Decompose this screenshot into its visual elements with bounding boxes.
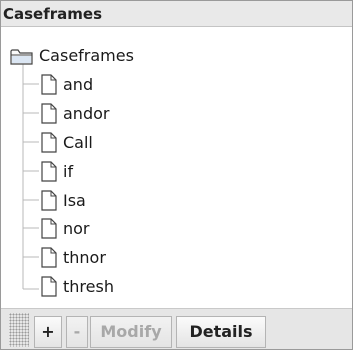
remove-button[interactable]: -: [66, 316, 88, 348]
tree-item[interactable]: andor: [41, 101, 191, 127]
tree-root-label: Caseframes: [39, 46, 134, 65]
panel-header: Caseframes: [1, 1, 352, 27]
tree-item[interactable]: thresh: [41, 274, 191, 300]
document-icon: [41, 276, 57, 297]
tree-item-label: thresh: [63, 277, 114, 296]
document-icon: [41, 190, 57, 211]
toolbar-grip-handle[interactable]: [9, 313, 29, 347]
tree-item[interactable]: Isa: [41, 188, 191, 214]
document-icon: [41, 218, 57, 239]
tree-item-label: if: [63, 162, 74, 181]
document-icon: [41, 103, 57, 124]
modify-button[interactable]: Modify: [90, 316, 172, 348]
tree-item[interactable]: nor: [41, 216, 191, 242]
caseframe-tree: Caseframes and andor Call if Isa nor thn…: [1, 28, 352, 300]
tree-item[interactable]: and: [41, 72, 191, 98]
bottom-toolbar: + - Modify Details: [1, 308, 352, 349]
tree-item-label: Call: [63, 133, 93, 152]
document-icon: [41, 132, 57, 153]
add-button[interactable]: +: [34, 316, 62, 348]
tree-item[interactable]: Call: [41, 130, 191, 156]
folder-icon: [10, 49, 33, 65]
document-icon: [41, 74, 57, 95]
caseframes-panel: Caseframes Caseframes and andor Call if …: [0, 0, 353, 350]
tree-item[interactable]: if: [41, 159, 191, 185]
tree-item-label: andor: [63, 104, 110, 123]
tree-item-label: nor: [63, 219, 90, 238]
tree-item-label: Isa: [63, 191, 86, 210]
tree-item-label: and: [63, 75, 94, 94]
tree-item-label: thnor: [63, 248, 106, 267]
details-button[interactable]: Details: [176, 316, 266, 348]
document-icon: [41, 247, 57, 268]
tree-item[interactable]: thnor: [41, 245, 191, 271]
panel-title: Caseframes: [3, 5, 103, 23]
document-icon: [41, 161, 57, 182]
tree-root-node[interactable]: Caseframes: [9, 45, 159, 69]
